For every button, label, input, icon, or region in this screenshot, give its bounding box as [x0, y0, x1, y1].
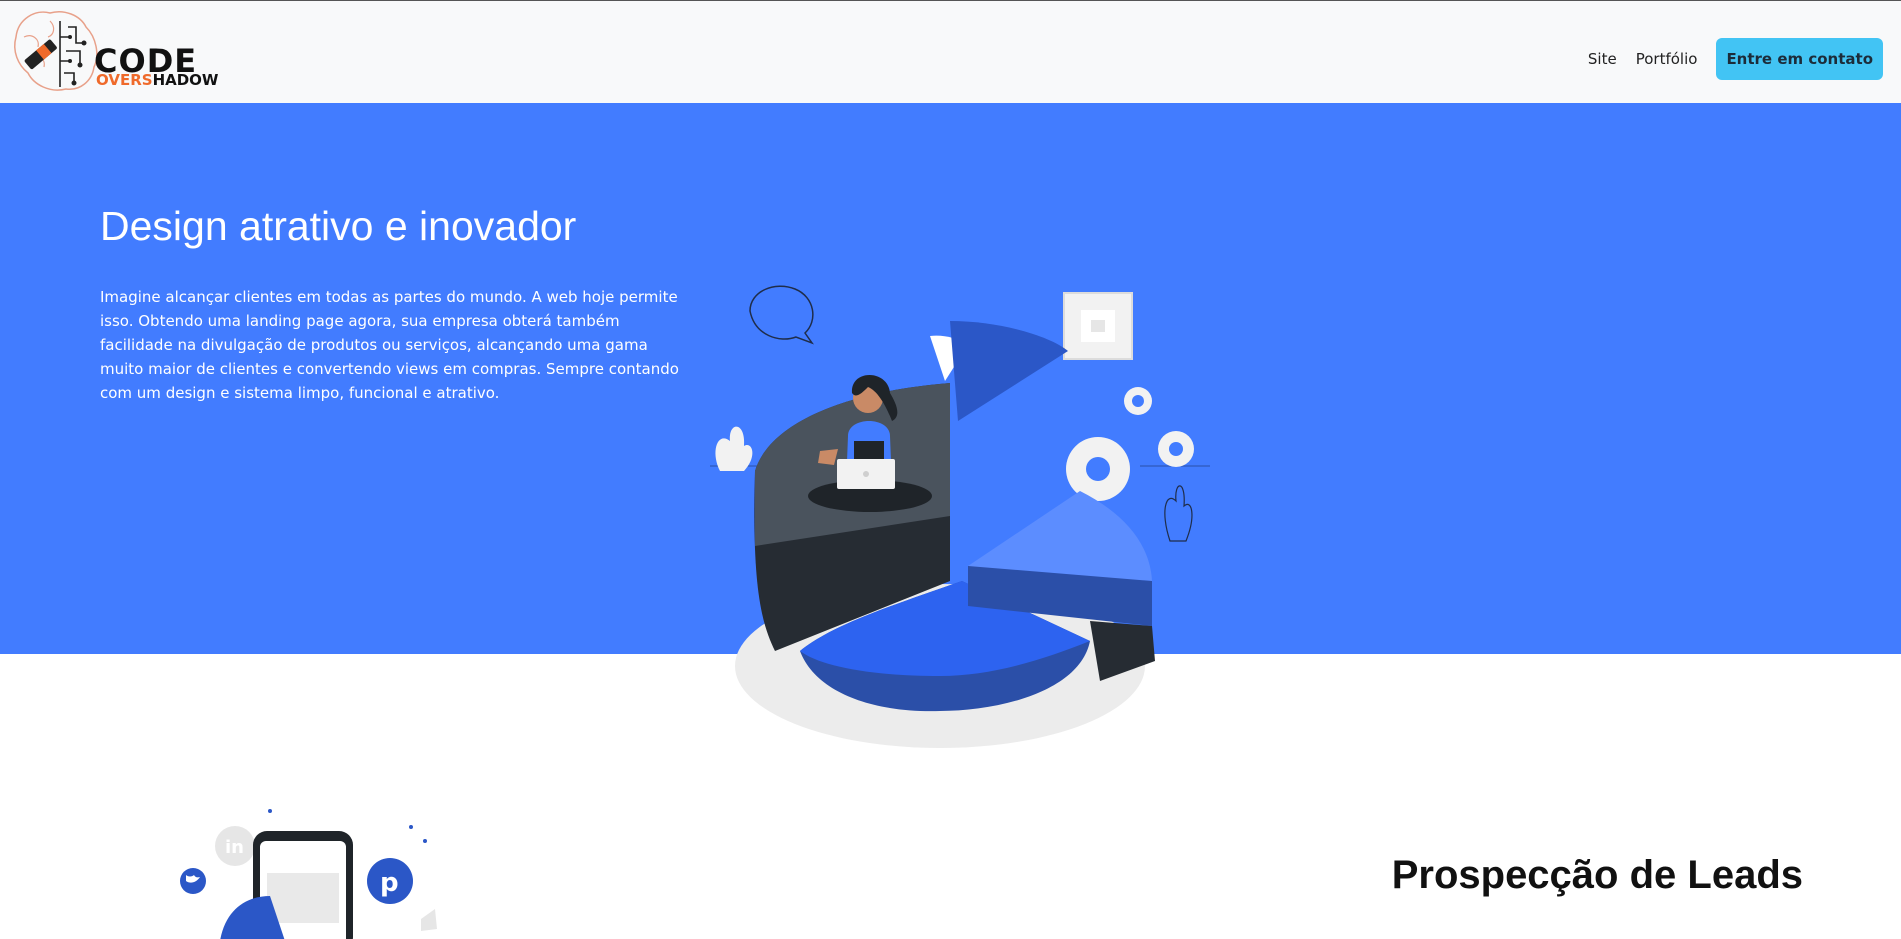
- page: CODE OVERSHADOW Site Portfólio Entre em …: [0, 0, 1901, 939]
- nav-link-portfolio[interactable]: Portfólio: [1636, 50, 1698, 68]
- site-header: CODE OVERSHADOW Site Portfólio Entre em …: [0, 1, 1901, 103]
- logo-subtext-accent: OVERS: [96, 71, 153, 89]
- logo-subtext-rest: HADOW: [152, 71, 219, 89]
- leads-title: Prospecção de Leads: [1391, 853, 1803, 897]
- hero-description: Imagine alcançar clientes em todas as pa…: [100, 288, 679, 402]
- hero-title: Design atrativo e inovador: [100, 203, 577, 249]
- social-media-phone-illustration: in p: [180, 809, 437, 939]
- pie-chart-woman-laptop-illustration: [710, 285, 1210, 748]
- svg-text:p: p: [380, 868, 399, 898]
- svg-text:in: in: [225, 837, 244, 858]
- logo-subtext: OVERSHADOW: [96, 73, 218, 88]
- logo[interactable]: CODE OVERSHADOW: [10, 7, 218, 97]
- contact-button[interactable]: Entre em contato: [1716, 38, 1883, 80]
- nav-link-site[interactable]: Site: [1588, 50, 1617, 68]
- main-nav: Site Portfólio Entre em contato: [1588, 38, 1883, 80]
